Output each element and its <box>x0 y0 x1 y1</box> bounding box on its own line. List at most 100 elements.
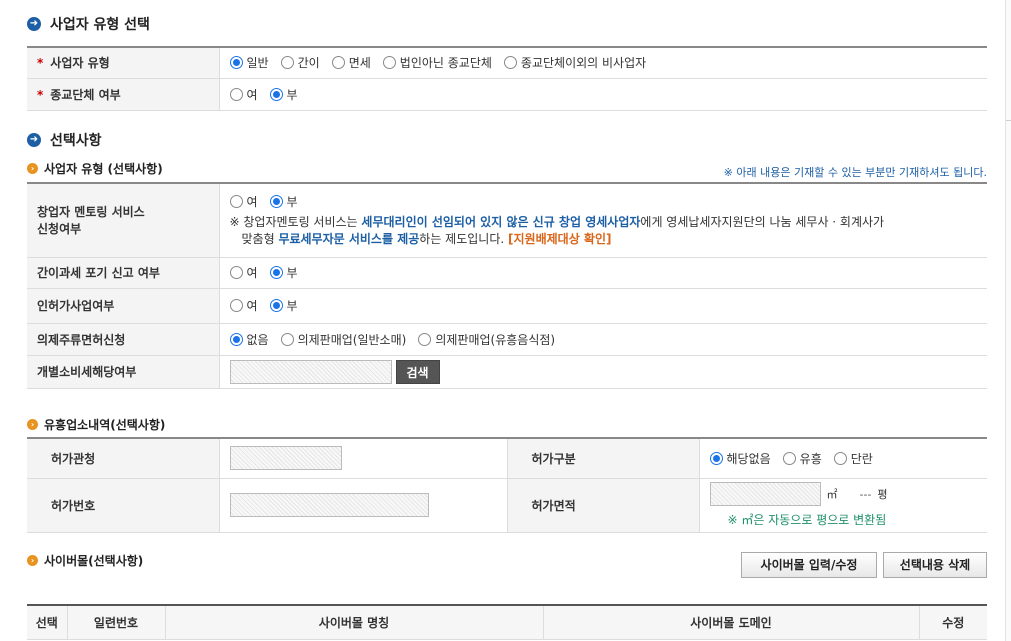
col-mall-name: 사이버몰 명칭 <box>165 605 544 640</box>
subsection-title-business-type-optional: › 사업자 유형 (선택사항) <box>27 160 163 177</box>
radio-circle-icon <box>331 56 345 70</box>
radio-label: 유흥 <box>799 451 822 466</box>
liquor-license-radio-group: 없음 의제판매업(일반소매) 의제판매업(유흥음식점) <box>229 331 978 348</box>
permit-type-label: 허가구분 <box>507 438 700 479</box>
cybermall-edit-button[interactable]: 사이버몰 입력/수정 <box>741 552 877 578</box>
radio-circle-icon <box>229 194 243 208</box>
permit-office-label: 허가관청 <box>27 438 220 479</box>
subsection-title-entertainment: › 유흥업소내역(선택사항) <box>27 416 165 433</box>
radio-label: 부 <box>286 299 298 313</box>
radio-circle-icon <box>503 56 517 70</box>
radio-circle-icon <box>782 451 796 465</box>
radio-circle-icon <box>833 451 847 465</box>
liquor-license-radio-1[interactable]: 의제판매업(일반소매) <box>280 331 407 348</box>
religious-org-label: * 종교단체 여부 <box>27 78 220 111</box>
radio-circle-icon <box>229 266 243 279</box>
required-mark: * <box>37 87 44 102</box>
permit-number-input[interactable] <box>229 493 429 517</box>
permit-area-label: 허가면적 <box>507 478 700 533</box>
excise-search-button[interactable]: 검색 <box>395 359 440 384</box>
business-type-radio-2[interactable]: 면세 <box>331 54 371 71</box>
mentoring-radio-0[interactable]: 여 <box>229 193 258 210</box>
exclusion-check-link[interactable]: [지원배제대상 확인] <box>508 232 611 246</box>
optional-business-table: 창업자 멘토링 서비스 신청여부 여부 ※ 창업자멘토링 서비스는 세무대리인이… <box>27 182 987 389</box>
license-biz-radio-group: 여부 <box>229 297 978 314</box>
mentoring-notice: ※ 창업자멘토링 서비스는 세무대리인이 선임되어 있지 않은 신규 창업 영세… <box>229 214 885 246</box>
arrow-right-icon: › <box>27 555 38 566</box>
business-type-radio-1[interactable]: 간이 <box>280 54 320 71</box>
business-type-radio-0[interactable]: 일반 <box>229 54 269 71</box>
business-type-radio-3[interactable]: 법인아닌 종교단체 <box>382 54 492 71</box>
radio-circle-icon <box>382 56 396 70</box>
religious-org-radio-1[interactable]: 부 <box>269 86 298 103</box>
radio-label: 면세 <box>348 56 371 71</box>
section-title-optional: ➜ 선택사항 <box>27 130 102 150</box>
religious-org-radio-group: 여부 <box>229 86 978 103</box>
permit-type-radio-group: 해당없음 유흥 단란 <box>709 450 978 467</box>
simple-tax-label: 간이과세 포기 신고 여부 <box>27 257 220 289</box>
radio-circle-icon <box>269 266 283 279</box>
radio-label: 의제판매업(유흥음식점) <box>435 332 556 347</box>
business-type-radio-group: 일반 간이 면세 법인아닌 종교단체 종교단체이외의 비사업자 <box>229 54 978 71</box>
radio-circle-icon <box>269 194 283 208</box>
area-conversion-note: ※ ㎡은 자동으로 평으로 변환됨 <box>727 513 887 527</box>
liquor-license-radio-0[interactable]: 없음 <box>229 331 269 348</box>
permit-type-radio-1[interactable]: 유흥 <box>782 450 822 467</box>
mentoring-radio-group: 여부 <box>229 193 978 210</box>
business-type-radio-4[interactable]: 종교단체이외의 비사업자 <box>503 54 647 71</box>
radio-circle-icon <box>269 87 283 101</box>
radio-circle-icon <box>229 87 243 101</box>
pyeong-value: --- <box>859 487 872 501</box>
mentoring-radio-1[interactable]: 부 <box>269 193 298 210</box>
arrow-right-icon: › <box>27 163 38 174</box>
col-serial: 일련번호 <box>67 605 166 640</box>
permit-number-label: 허가번호 <box>27 478 220 533</box>
section-title-business-type: ➜ 사업자 유형 선택 <box>27 14 150 34</box>
cybermall-table: 선택 일련번호 사이버몰 명칭 사이버몰 도메인 수정 <box>27 604 987 640</box>
sqm-unit: ㎡ <box>826 488 838 501</box>
radio-circle-icon <box>418 332 432 346</box>
simple-tax-radio-0[interactable]: 여 <box>229 264 258 281</box>
col-mall-domain: 사이버몰 도메인 <box>543 605 920 640</box>
radio-label: 여 <box>246 194 258 209</box>
business-type-table: * 사업자 유형 일반 간이 면세 법인아닌 종교단체 종교단체이외의 비사업자 * 종교단… <box>27 46 987 111</box>
radio-label: 없음 <box>246 332 269 347</box>
entertainment-table: 허가관청 허가구분 해당없음 유흥 단란 허가번호 허가면적 ㎡ --- 평 ※ ㎡… <box>27 437 987 533</box>
radio-label: 부 <box>286 87 298 102</box>
pyeong-unit: 평 <box>877 488 888 501</box>
arrow-right-icon: ➜ <box>27 133 41 147</box>
radio-label: 종교단체이외의 비사업자 <box>520 56 647 71</box>
radio-circle-icon <box>709 451 723 465</box>
radio-circle-icon <box>229 332 243 346</box>
arrow-right-icon: › <box>27 419 38 430</box>
license-biz-radio-0[interactable]: 여 <box>229 297 258 314</box>
radio-circle-icon <box>229 56 243 70</box>
license-biz-label: 인허가사업여부 <box>27 288 220 324</box>
subsection-title-cybermall: › 사이버몰(선택사항) <box>27 552 143 569</box>
radio-label: 의제판매업(일반소매) <box>297 332 407 347</box>
license-biz-radio-1[interactable]: 부 <box>269 297 298 314</box>
radio-label: 간이 <box>297 56 320 71</box>
liquor-license-label: 의제주류면허신청 <box>27 323 220 356</box>
radio-label: 여 <box>246 266 258 280</box>
radio-label: 단란 <box>850 451 873 466</box>
excise-tax-label: 개별소비세해당여부 <box>27 355 220 389</box>
page-scrollbar[interactable] <box>1005 0 1011 641</box>
simple-tax-radio-1[interactable]: 부 <box>269 264 298 281</box>
permit-office-input[interactable] <box>229 446 342 471</box>
radio-label: 부 <box>286 194 298 209</box>
radio-circle-icon <box>280 56 294 70</box>
radio-label: 일반 <box>246 56 269 71</box>
religious-org-radio-0[interactable]: 여 <box>229 86 258 103</box>
radio-circle-icon <box>269 299 283 312</box>
radio-circle-icon <box>229 299 243 312</box>
permit-area-input[interactable] <box>709 482 821 506</box>
permit-type-radio-2[interactable]: 단란 <box>833 450 873 467</box>
excise-tax-input[interactable] <box>229 359 392 384</box>
liquor-license-radio-2[interactable]: 의제판매업(유흥음식점) <box>418 331 555 348</box>
radio-label: 여 <box>246 299 258 313</box>
delete-selection-button[interactable]: 선택내용 삭제 <box>883 552 987 578</box>
col-select: 선택 <box>27 605 68 640</box>
radio-label: 해당없음 <box>726 451 771 466</box>
permit-type-radio-0[interactable]: 해당없음 <box>709 450 771 467</box>
